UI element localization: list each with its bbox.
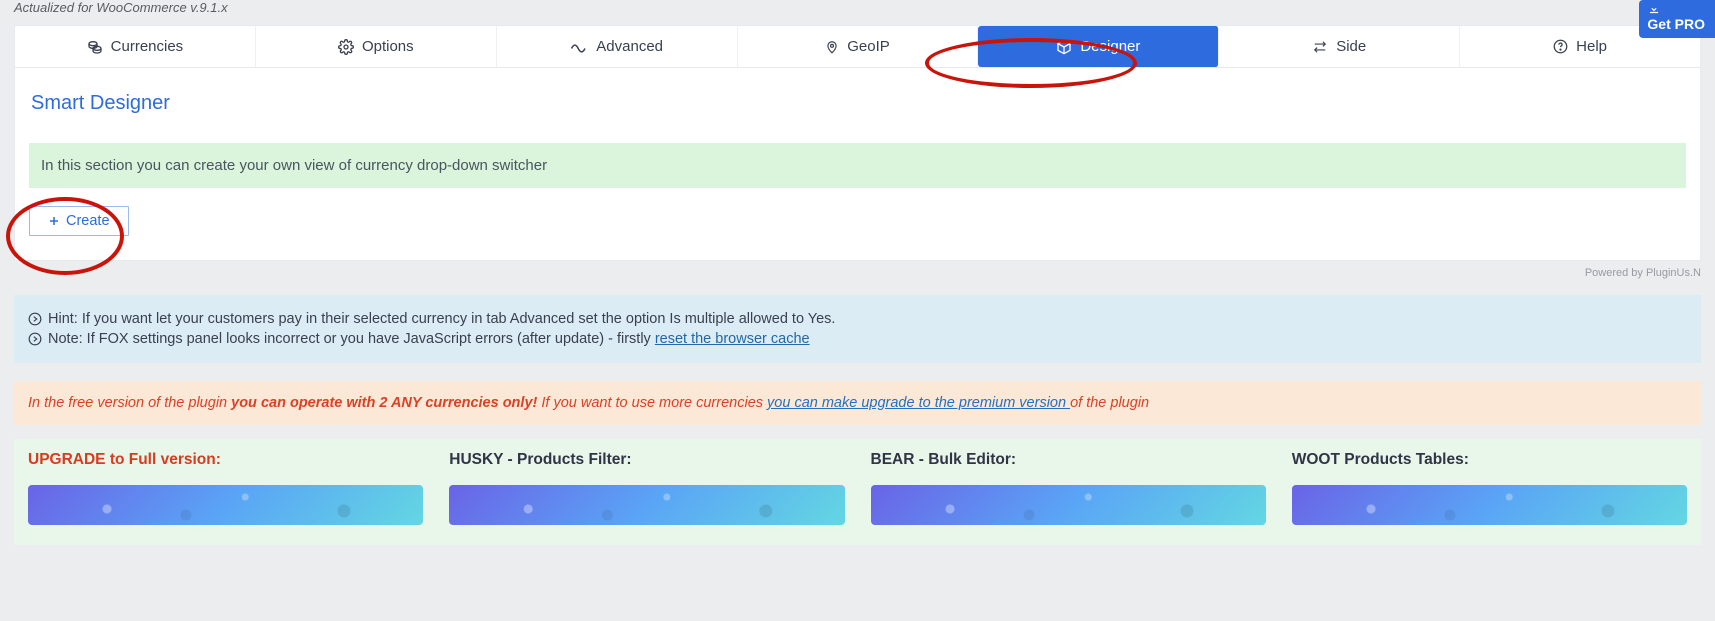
get-pro-label: Get PRO — [1647, 16, 1705, 32]
arrow-circle-icon — [28, 312, 42, 326]
gear-icon — [338, 39, 354, 55]
page-title: Smart Designer — [31, 92, 1686, 115]
tab-label: Side — [1336, 38, 1366, 55]
plus-icon — [48, 215, 60, 227]
premium-link[interactable]: you can make upgrade to the premium vers… — [767, 395, 1070, 411]
arrow-circle-icon — [28, 332, 42, 346]
tab-label: Options — [362, 38, 414, 55]
tab-designer[interactable]: Designer — [978, 26, 1219, 67]
hint-text: Hint: If you want let your customers pay… — [48, 311, 835, 327]
note-text: Note: If FOX settings panel looks incorr… — [48, 331, 655, 347]
description-box: In this section you can create your own … — [29, 143, 1686, 188]
promo-husky[interactable]: HUSKY - Products Filter: — [449, 451, 844, 525]
promo-banner — [871, 485, 1266, 525]
swap-icon — [1312, 40, 1328, 54]
cube-icon — [1056, 39, 1072, 55]
get-pro-button[interactable]: Get PRO — [1639, 0, 1715, 38]
create-button-label: Create — [66, 213, 110, 229]
promo-title: BEAR - Bulk Editor: — [871, 451, 1266, 469]
tab-advanced[interactable]: Advanced — [497, 26, 738, 67]
coins-icon — [87, 39, 103, 55]
promo-banner — [449, 485, 844, 525]
pin-icon — [825, 39, 839, 55]
promo-title: HUSKY - Products Filter: — [449, 451, 844, 469]
promo-banner — [28, 485, 423, 525]
promo-title: WOOT Products Tables: — [1292, 451, 1687, 469]
warn-text-c: If you want to use more currencies — [541, 395, 767, 411]
promo-banner — [1292, 485, 1687, 525]
reset-cache-link[interactable]: reset the browser cache — [655, 331, 810, 347]
tab-label: GeoIP — [847, 38, 890, 55]
tab-label: Advanced — [596, 38, 663, 55]
tab-currencies[interactable]: Currencies — [15, 26, 256, 67]
warn-text-b: you can operate with 2 ANY currencies on… — [231, 395, 537, 411]
create-button[interactable]: Create — [29, 206, 129, 236]
tab-label: Currencies — [111, 38, 184, 55]
tab-label: Help — [1576, 38, 1607, 55]
info-box: Hint: If you want let your customers pay… — [14, 295, 1701, 363]
question-icon — [1553, 39, 1568, 54]
promo-title: UPGRADE to Full version: — [28, 451, 423, 469]
warn-text-a: In the free version of the plugin — [28, 395, 231, 411]
tab-label: Designer — [1080, 38, 1140, 55]
promo-upgrade[interactable]: UPGRADE to Full version: — [28, 451, 423, 525]
wave-icon — [570, 41, 588, 53]
promo-bear[interactable]: BEAR - Bulk Editor: — [871, 451, 1266, 525]
promo-woot[interactable]: WOOT Products Tables: — [1292, 451, 1687, 525]
download-icon — [1647, 2, 1697, 16]
upgrade-notice: In the free version of the plugin you ca… — [14, 381, 1701, 425]
powered-by: Powered by PluginUs.N — [0, 267, 1701, 279]
tab-side[interactable]: Side — [1219, 26, 1460, 67]
tab-options[interactable]: Options — [256, 26, 497, 67]
warn-text-d: of the plugin — [1070, 395, 1149, 411]
tab-geoip[interactable]: GeoIP — [738, 26, 979, 67]
version-text: Actualized for WooCommerce v.9.1.x — [14, 0, 228, 15]
